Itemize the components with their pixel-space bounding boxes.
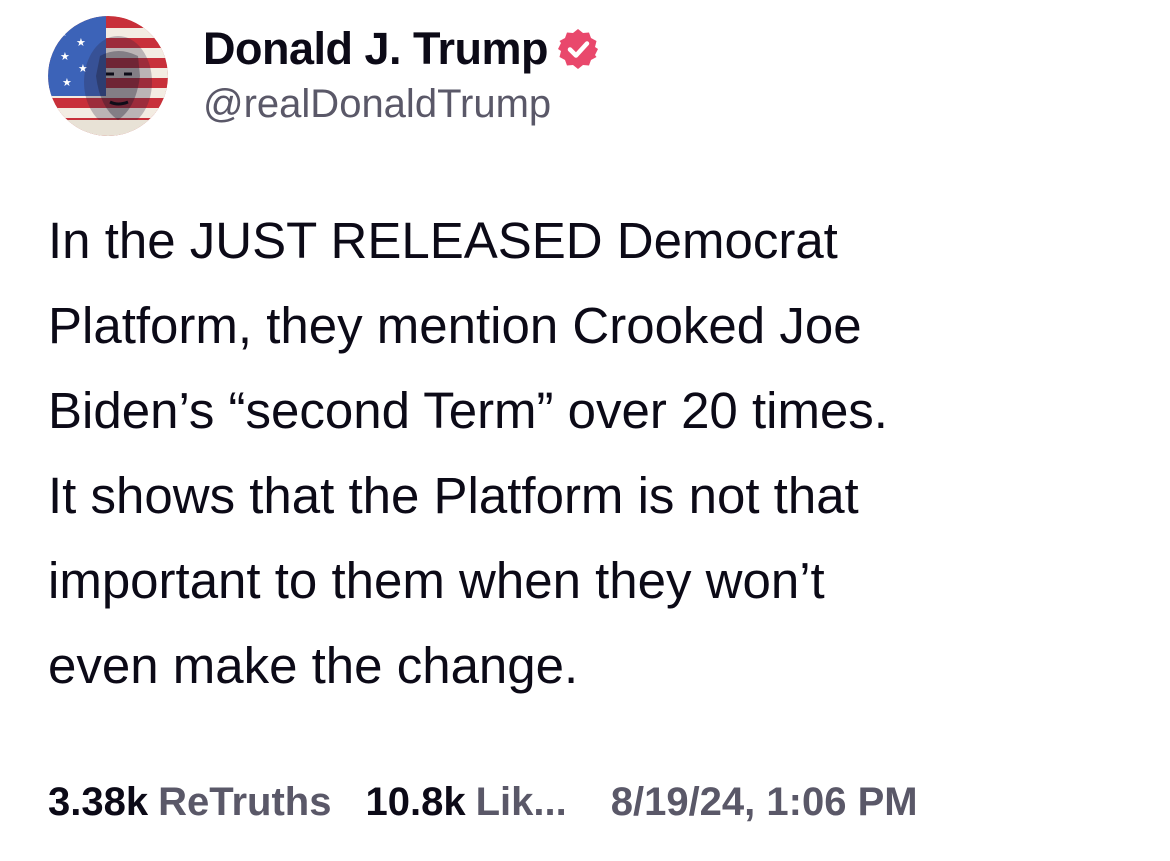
verified-badge-icon — [556, 27, 600, 71]
display-name[interactable]: Donald J. Trump — [203, 23, 549, 75]
post-body: In the JUST RELEASED Democrat Platform, … — [48, 198, 1138, 708]
retruths-stat[interactable]: 3.38k ReTruths — [48, 780, 331, 825]
svg-text:★: ★ — [58, 27, 68, 39]
svg-text:★: ★ — [60, 51, 70, 63]
post-body-line: important to them when they won’t — [48, 552, 825, 609]
post-body-line: Biden’s “second Term” over 20 times. — [48, 382, 888, 439]
post-body-line: Platform, they mention Crooked Joe — [48, 297, 862, 354]
author-handle[interactable]: @realDonaldTrump — [203, 82, 551, 127]
avatar[interactable]: ★ ★ ★ ★ ★ — [48, 16, 168, 136]
svg-text:★: ★ — [62, 77, 72, 89]
likes-label: Lik... — [475, 779, 567, 824]
avatar-image: ★ ★ ★ ★ ★ — [48, 16, 168, 136]
retruths-label: ReTruths — [158, 779, 332, 824]
post-body-line: In the JUST RELEASED Democrat — [48, 212, 838, 269]
post-body-line: It shows that the Platform is not that — [48, 467, 859, 524]
post-body-line: even make the change. — [48, 637, 579, 694]
svg-text:★: ★ — [76, 37, 86, 49]
retruths-count: 3.38k — [48, 779, 149, 824]
author-name-row: Donald J. Trump — [203, 20, 600, 78]
post-stats: 3.38k ReTruths 10.8k Lik... 8/19/24, 1:0… — [48, 772, 918, 832]
post-card: ★ ★ ★ ★ ★ Donald J. Trump @realDonaldTru… — [0, 0, 1170, 861]
likes-count: 10.8k — [365, 779, 466, 824]
post-timestamp[interactable]: 8/19/24, 1:06 PM — [611, 780, 918, 825]
likes-stat[interactable]: 10.8k Lik... — [365, 780, 566, 825]
